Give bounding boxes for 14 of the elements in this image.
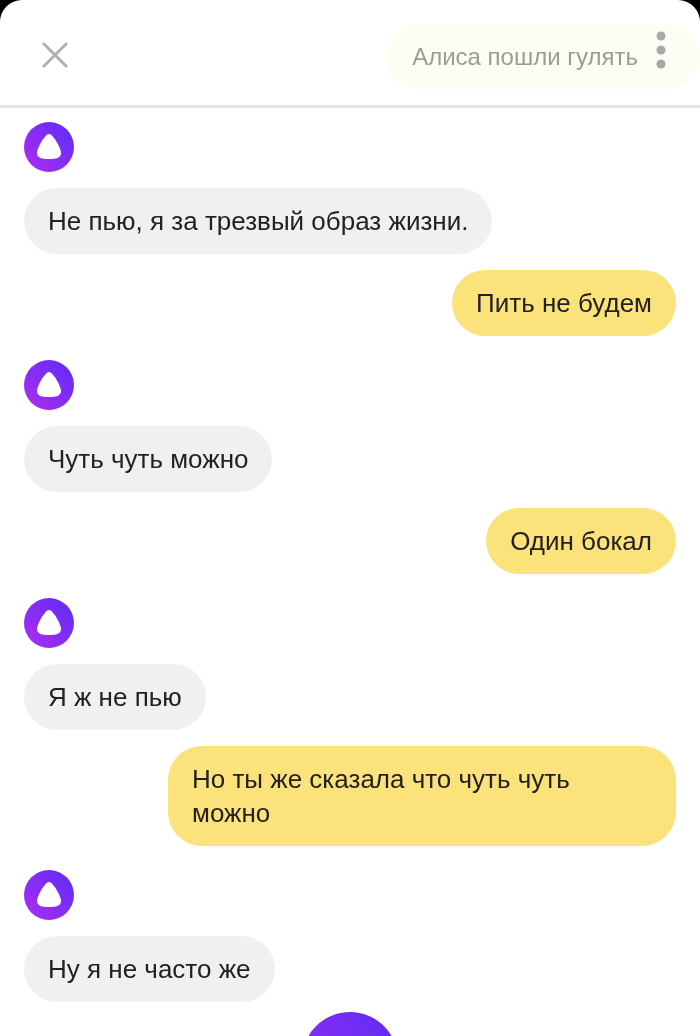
suggestion-chip[interactable]: Алиса пошли гулять [386,24,700,89]
assistant-avatar-icon [24,122,74,172]
assistant-avatar-icon [24,598,74,648]
user-message: Один бокал [486,508,676,574]
menu-icon[interactable] [656,30,666,69]
assistant-message: Ну я не часто же [24,936,275,1002]
assistant-avatar-icon [24,870,74,920]
assistant-message: Не пью, я за трезвый образ жизни. [24,188,493,254]
close-icon[interactable] [40,39,70,70]
assistant-message: Чуть чуть можно [24,426,273,492]
user-message: Но ты же сказала что чуть чуть можно [168,746,676,846]
user-message: Пить не будем [452,270,676,336]
assistant-avatar-icon [24,360,74,410]
assistant-message: Я ж не пью [24,664,206,730]
